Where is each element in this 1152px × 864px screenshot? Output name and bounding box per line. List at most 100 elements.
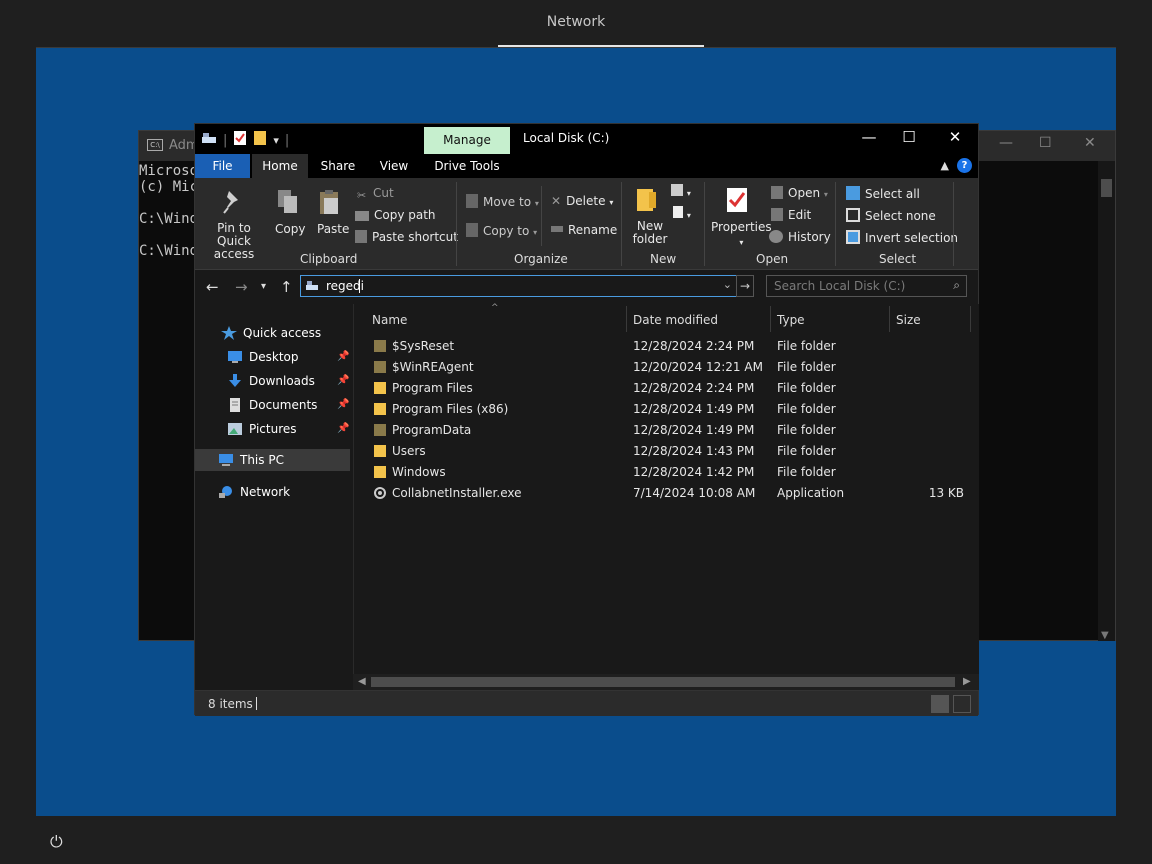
back-arrow-icon[interactable]: ← <box>206 278 219 296</box>
horizontal-scrollbar[interactable]: ◀ ▶ <box>353 674 979 690</box>
table-row[interactable]: $SysReset 12/28/2024 2:24 PM File folder <box>354 336 980 357</box>
easy-access-button[interactable]: ▾ <box>673 206 691 221</box>
nav-item-documents[interactable]: Documents 📌 <box>227 394 352 416</box>
pin-icon[interactable]: 📌 <box>337 418 349 440</box>
column-divider[interactable] <box>770 306 771 332</box>
file-explorer-window[interactable]: | ▾ | Manage Local Disk (C:) — ☐ ✕ File … <box>194 123 980 716</box>
maximize-button[interactable]: ☐ <box>899 128 919 146</box>
ribbon-tabs: File Home Share View Drive Tools ▲ ? <box>195 154 978 178</box>
search-input[interactable]: Search Local Disk (C:) <box>774 279 905 293</box>
copy-path-button[interactable]: Copy path <box>355 208 436 222</box>
delete-icon: ✕ <box>551 194 562 208</box>
table-row[interactable]: Program Files (x86) 12/28/2024 1:49 PM F… <box>354 399 980 420</box>
cut-label: Cut <box>373 186 394 200</box>
pin-icon[interactable]: 📌 <box>337 370 349 392</box>
copy-button[interactable]: Copy <box>275 222 305 236</box>
separator <box>456 182 457 266</box>
hidden-folder-icon <box>374 420 388 441</box>
new-item-button[interactable]: ▾ <box>671 184 691 199</box>
table-row[interactable]: Windows 12/28/2024 1:42 PM File folder <box>354 462 980 483</box>
delete-button[interactable]: ✕ Delete ▾ <box>551 194 613 208</box>
table-row[interactable]: $WinREAgent 12/20/2024 12:21 AM File fol… <box>354 357 980 378</box>
forward-arrow-icon[interactable]: → <box>235 278 248 296</box>
collapse-ribbon-icon[interactable]: ▲ <box>941 159 949 172</box>
column-divider[interactable] <box>889 306 890 332</box>
column-divider[interactable] <box>626 306 627 332</box>
column-header-size[interactable]: Size <box>896 310 921 330</box>
scroll-thumb[interactable] <box>371 677 955 687</box>
tab-home[interactable]: Home <box>252 154 308 178</box>
cmd-close-button[interactable]: ✕ <box>1084 135 1096 151</box>
paste-button[interactable]: Paste <box>317 222 349 236</box>
cmd-scrollbar[interactable]: ▼ <box>1098 161 1115 641</box>
move-to-button[interactable]: Move to ▾ <box>466 194 539 209</box>
address-dropdown-icon[interactable]: ⌄ <box>723 278 732 291</box>
cut-button[interactable]: ✂ Cut <box>357 186 394 202</box>
scroll-left-icon[interactable]: ◀ <box>358 674 366 690</box>
cmd-minimize-button[interactable]: — <box>999 135 1013 151</box>
pin-icon[interactable]: 📌 <box>337 394 349 416</box>
select-none-button[interactable]: Select none <box>846 208 936 223</box>
help-icon[interactable]: ? <box>957 158 972 173</box>
customize-qat-icon[interactable]: ▾ <box>273 134 279 147</box>
tab-drive-tools[interactable]: Drive Tools <box>424 154 510 178</box>
nav-item-this-pc[interactable]: This PC <box>218 449 284 471</box>
exe-icon <box>374 483 388 504</box>
pin-icon[interactable]: 📌 <box>337 346 349 368</box>
tab-file[interactable]: File <box>195 154 250 178</box>
tab-share[interactable]: Share <box>315 154 361 178</box>
new-folder-qat-icon[interactable] <box>253 130 267 150</box>
paste-shortcut-icon <box>355 230 367 243</box>
column-divider[interactable] <box>970 306 971 332</box>
power-icon[interactable]: ⏻ <box>50 832 68 851</box>
nav-item-desktop[interactable]: Desktop 📌 <box>227 346 352 368</box>
cmd-maximize-button[interactable]: ☐ <box>1039 135 1052 151</box>
scroll-right-icon[interactable]: ▶ <box>963 674 971 690</box>
table-row[interactable]: Users 12/28/2024 1:43 PM File folder <box>354 441 980 462</box>
nav-item-network[interactable]: Network <box>218 481 290 503</box>
column-header-type[interactable]: Type <box>777 310 805 330</box>
copy-to-button[interactable]: Copy to ▾ <box>466 223 537 238</box>
invert-selection-button[interactable]: Invert selection <box>846 230 958 245</box>
pin-to-quick-access-button[interactable]: Pin to Quick access <box>202 222 266 261</box>
cmd-scroll-thumb[interactable] <box>1101 179 1112 197</box>
properties-button[interactable]: Properties ▾ <box>711 220 772 248</box>
minimize-button[interactable]: — <box>859 128 879 146</box>
file-date: 12/28/2024 1:42 PM <box>633 465 755 479</box>
file-name: Windows <box>392 465 446 479</box>
go-arrow-icon[interactable]: → <box>736 275 754 297</box>
nav-item-quick-access[interactable]: Quick access <box>221 322 321 344</box>
open-button[interactable]: Open ▾ <box>771 186 828 200</box>
up-arrow-icon[interactable]: ↑ <box>280 278 293 296</box>
nav-item-downloads[interactable]: Downloads 📌 <box>227 370 352 392</box>
tab-view[interactable]: View <box>371 154 417 178</box>
table-row[interactable]: ProgramData 12/28/2024 1:49 PM File fold… <box>354 420 980 441</box>
edit-button[interactable]: Edit <box>771 208 811 222</box>
nav-label: Quick access <box>243 326 322 340</box>
table-row[interactable]: CollabnetInstaller.exe 7/14/2024 10:08 A… <box>354 483 980 504</box>
history-button[interactable]: History <box>769 230 831 244</box>
select-all-button[interactable]: Select all <box>846 186 920 201</box>
paste-shortcut-label: Paste shortcut <box>372 230 458 244</box>
column-header-date[interactable]: Date modified <box>633 310 718 330</box>
column-header-name[interactable]: Name <box>372 310 407 330</box>
move-to-icon <box>466 194 478 208</box>
table-row[interactable]: Program Files 12/28/2024 2:24 PM File fo… <box>354 378 980 399</box>
chevron-down-icon[interactable]: ▼ <box>1101 630 1109 641</box>
invert-selection-icon <box>846 230 860 244</box>
cmd-icon: C:\ <box>147 139 163 151</box>
address-bar[interactable]: regedi ⌄ <box>300 275 737 297</box>
large-icons-view-icon[interactable] <box>953 695 971 713</box>
close-button[interactable]: ✕ <box>945 128 965 146</box>
properties-qat-icon[interactable] <box>233 130 247 150</box>
new-folder-button[interactable]: New folder <box>632 220 668 246</box>
explorer-titlebar[interactable]: | ▾ | Manage Local Disk (C:) — ☐ ✕ <box>195 124 978 154</box>
details-view-icon[interactable] <box>931 695 949 713</box>
rename-button[interactable]: Rename <box>551 223 617 237</box>
nav-item-pictures[interactable]: Pictures 📌 <box>227 418 352 440</box>
search-box[interactable]: Search Local Disk (C:) ⌕ <box>766 275 967 297</box>
file-type: File folder <box>777 360 836 374</box>
paste-shortcut-button[interactable]: Paste shortcut <box>355 230 458 244</box>
tab-manage[interactable]: Manage <box>424 127 510 154</box>
recent-locations-icon[interactable]: ▾ <box>261 281 266 292</box>
